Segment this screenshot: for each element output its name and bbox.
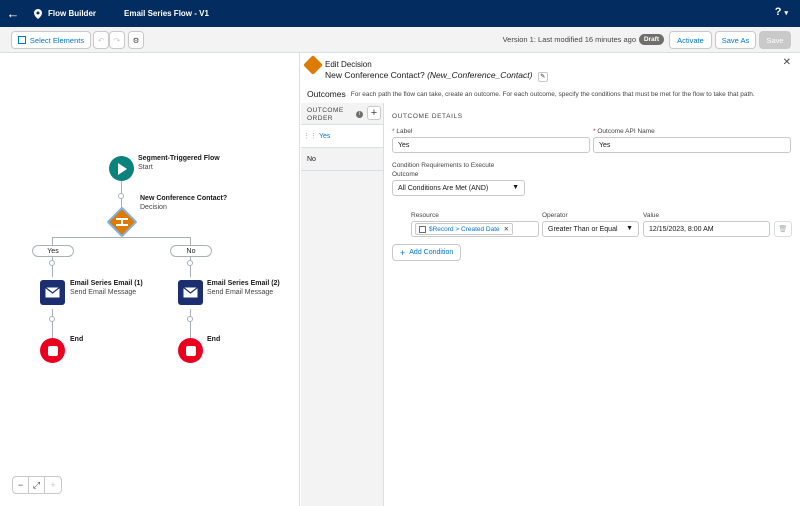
redo-icon[interactable]: ↷ [109, 31, 125, 49]
edit-decision-panel: Edit Decision New Conference Contact? (N… [301, 53, 800, 506]
chevron-down-icon: ▼ [626, 225, 633, 232]
resource-token[interactable]: $Record > Created Date ✕ [415, 223, 514, 235]
connector-dot[interactable] [49, 260, 55, 266]
resource-input[interactable]: $Record > Created Date ✕ [411, 221, 539, 237]
label-field-label: * Label [392, 128, 413, 135]
label-input[interactable]: Yes [392, 137, 590, 153]
end-node-1[interactable] [40, 338, 65, 363]
envelope-icon [45, 287, 60, 298]
connector [190, 237, 191, 277]
header-bar: ← Flow Builder Email Series Flow - V1 ? … [0, 0, 800, 27]
connector-dot[interactable] [49, 316, 55, 322]
edit-pencil-icon[interactable]: ✎ [537, 72, 548, 82]
element-name: New Conference Contact? (New_Conference_… [325, 70, 548, 82]
back-arrow-icon[interactable]: ← [0, 6, 26, 21]
resource-label: Resource [411, 212, 439, 219]
branch-label-yes[interactable]: Yes [32, 245, 74, 257]
status-badge: Draft [638, 34, 664, 45]
location-pin-icon [34, 8, 42, 19]
save-button[interactable]: Save [759, 31, 791, 49]
decision-icon [303, 55, 323, 75]
version-text: Version 1: Last modified 16 minutes ago [502, 35, 636, 44]
value-label: Value [643, 212, 660, 219]
toolbar: Select Elements ↶ ↷ ⚙ Version 1: Last mo… [0, 27, 800, 53]
connector [52, 309, 53, 339]
email-node-2[interactable] [178, 280, 203, 305]
connector-dot[interactable] [118, 193, 124, 199]
email-node-2-label: Email Series Email (2) Send Email Message [207, 280, 280, 296]
connector-dot[interactable] [187, 316, 193, 322]
stop-icon [47, 345, 58, 356]
stop-icon [185, 345, 196, 356]
api-name-field-label: * Outcome API Name [593, 128, 655, 135]
outcome-item-no[interactable]: No [301, 148, 383, 171]
decision-icon [116, 218, 128, 226]
api-name-input[interactable]: Yes [593, 137, 791, 153]
help-icon[interactable]: ? ▾ [775, 6, 788, 18]
add-outcome-button[interactable]: + [367, 106, 381, 120]
app-name: Flow Builder [34, 8, 96, 19]
remove-token-icon[interactable]: ✕ [504, 225, 509, 233]
connector [52, 237, 53, 277]
outcome-item-yes[interactable]: ⋮⋮ Yes [301, 125, 383, 148]
add-condition-button[interactable]: + Add Condition [392, 244, 462, 261]
end-node-2[interactable] [178, 338, 203, 363]
branch-label-no[interactable]: No [170, 245, 212, 257]
zoom-in-icon[interactable]: + [45, 477, 61, 493]
select-elements-button[interactable]: Select Elements [11, 31, 91, 49]
zoom-out-icon[interactable]: − [13, 477, 29, 493]
envelope-icon [183, 287, 198, 298]
gear-icon[interactable]: ⚙ [128, 31, 144, 49]
chevron-down-icon: ▼ [512, 184, 519, 191]
condition-requirements-label: Condition Requirements to Execute Outcom… [392, 162, 495, 178]
outcome-order-pane: OUTCOME ORDER i + ⋮⋮ Yes No [301, 103, 384, 506]
delete-condition-icon[interactable]: 🗑 [774, 221, 792, 237]
operator-label: Operator [542, 212, 568, 219]
plus-icon: + [400, 247, 406, 258]
flow-name: Email Series Flow - V1 [124, 9, 209, 18]
flow-canvas[interactable]: Segment-Triggered Flow Start New Conferen… [0, 53, 300, 506]
undo-icon[interactable]: ↶ [93, 31, 109, 49]
info-icon[interactable]: i [356, 111, 363, 118]
connector-dot[interactable] [187, 260, 193, 266]
outcomes-bar: Outcomes For each path the flow can take… [301, 86, 800, 102]
value-input[interactable]: 12/15/2023, 8:00 AM [643, 221, 770, 237]
save-as-button[interactable]: Save As [715, 31, 756, 49]
email-node-1-label: Email Series Email (1) Send Email Message [70, 280, 143, 296]
outcomes-heading: Outcomes [307, 89, 346, 99]
outcomes-description: For each path the flow can take, create … [350, 90, 755, 98]
operator-select[interactable]: Greater Than or Equal ▼ [542, 221, 639, 237]
fit-view-icon[interactable]: ⤢ [29, 477, 45, 493]
outcome-details-heading: OUTCOME DETAILS [392, 113, 463, 120]
activate-button[interactable]: Activate [669, 31, 712, 49]
drag-handle-icon[interactable]: ⋮⋮ [301, 132, 319, 140]
condition-requirements-select[interactable]: All Conditions Are Met (AND) ▼ [392, 180, 525, 196]
connector [190, 309, 191, 339]
start-node[interactable] [109, 156, 134, 181]
zoom-controls: − ⤢ + [12, 476, 62, 494]
start-node-label: Segment-Triggered Flow Start [138, 155, 220, 171]
decision-node-label: New Conference Contact? Decision [140, 195, 228, 211]
end-node-2-label: End [207, 336, 221, 343]
close-icon[interactable]: ✕ [783, 57, 791, 68]
decision-node[interactable] [106, 206, 138, 238]
play-icon [117, 162, 127, 175]
select-icon [17, 36, 26, 44]
panel-header: Edit Decision New Conference Contact? (N… [301, 53, 800, 85]
email-node-1[interactable] [40, 280, 65, 305]
calendar-icon [419, 225, 426, 233]
panel-title: Edit Decision [325, 60, 372, 69]
end-node-1-label: End [70, 336, 84, 343]
outcome-order-header: OUTCOME ORDER i + [301, 103, 383, 125]
